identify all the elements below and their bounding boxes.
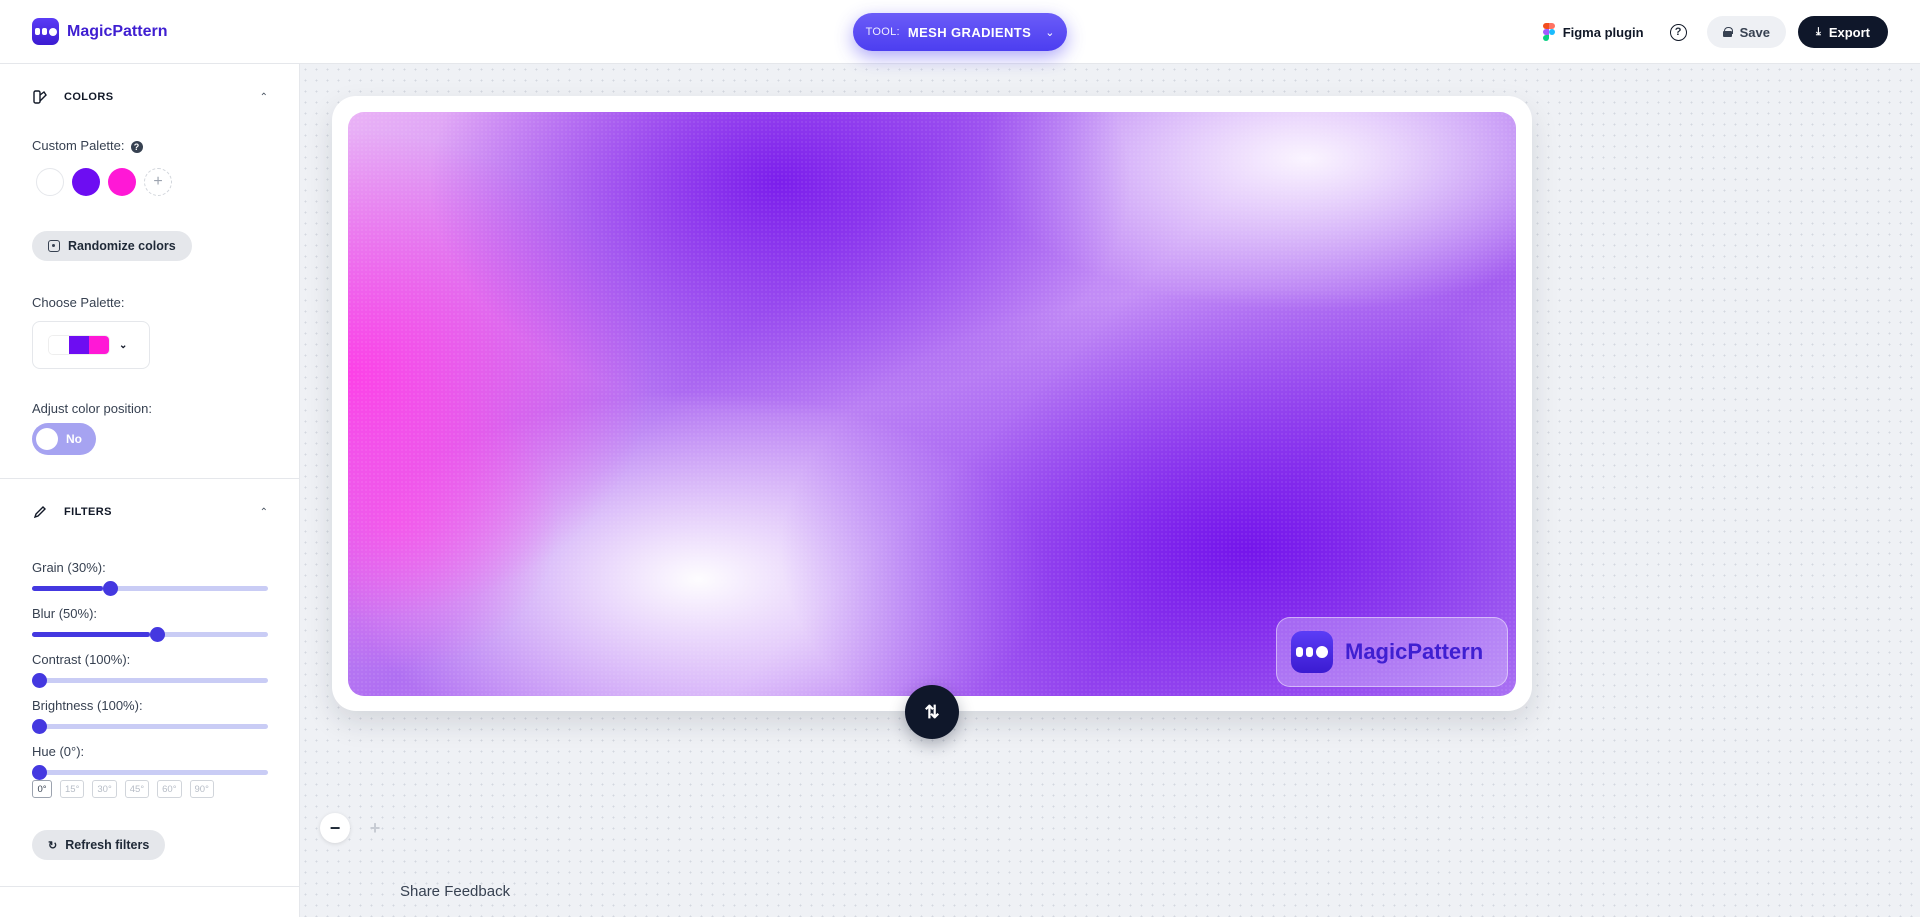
lock-icon bbox=[1722, 27, 1733, 37]
slider-label: Brightness (100%): bbox=[32, 698, 143, 713]
palette-icon bbox=[32, 89, 48, 105]
share-feedback-link[interactable]: Share Feedback bbox=[400, 883, 510, 900]
slider-thumb[interactable] bbox=[103, 581, 118, 596]
magicpattern-logo-icon bbox=[32, 18, 59, 45]
refresh-filters-label: Refresh filters bbox=[65, 838, 150, 852]
section-divider bbox=[0, 886, 299, 887]
toggle-label: No bbox=[66, 432, 82, 446]
help-icon[interactable]: ? bbox=[1669, 23, 1687, 41]
question-icon[interactable]: ? bbox=[130, 140, 143, 153]
pen-icon bbox=[32, 504, 48, 520]
refresh-icon: ⇅ bbox=[924, 701, 940, 722]
add-color-button[interactable]: + bbox=[144, 168, 172, 196]
slider-track[interactable] bbox=[32, 724, 268, 729]
chevron-up-icon[interactable]: ⌃ bbox=[260, 92, 268, 103]
hue-chip[interactable]: 90° bbox=[189, 780, 214, 798]
slider-thumb[interactable] bbox=[32, 673, 47, 688]
chevron-down-icon: ⌄ bbox=[119, 339, 128, 351]
slider-thumb[interactable] bbox=[150, 627, 165, 642]
tool-prefix: TOOL: bbox=[865, 26, 900, 38]
colors-section-title: COLORS bbox=[64, 91, 114, 103]
adjust-position-toggle[interactable]: No bbox=[32, 423, 96, 455]
hue-presets: 0° 15° 30° 45° 60° 90° bbox=[32, 780, 214, 798]
preview-frame: MagicPattern bbox=[332, 96, 1532, 711]
custom-palette-label: Custom Palette:? bbox=[32, 138, 143, 153]
refresh-filters-button[interactable]: ↻ Refresh filters bbox=[32, 830, 166, 860]
slider-fill bbox=[32, 586, 103, 591]
tool-selector[interactable]: TOOL: MESH GRADIENTS ⌄ bbox=[853, 13, 1067, 51]
adjust-color-position-label: Adjust color position: bbox=[32, 401, 152, 416]
slider-thumb[interactable] bbox=[32, 719, 47, 734]
filter-slider[interactable] bbox=[32, 627, 268, 642]
chevron-up-icon[interactable]: ⌃ bbox=[260, 507, 268, 518]
refresh-icon: ↻ bbox=[48, 839, 58, 852]
figma-icon bbox=[1542, 23, 1555, 41]
save-button[interactable]: Save bbox=[1706, 16, 1786, 48]
export-button[interactable]: ⤓ Export bbox=[1797, 16, 1888, 48]
slider-track[interactable] bbox=[32, 770, 268, 775]
sidebar: COLORS ⌃ Custom Palette:? + Randomize co… bbox=[0, 64, 300, 917]
hue-chip[interactable]: 30° bbox=[92, 780, 117, 798]
hue-chip[interactable]: 0° bbox=[32, 780, 52, 798]
canvas-area: MagicPattern ⇅ bbox=[300, 64, 1920, 917]
header-actions: Figma plugin ? Save ⤓ Export bbox=[1537, 16, 1888, 48]
colors-section-header[interactable]: COLORS ⌃ bbox=[32, 87, 268, 107]
plus-icon: + bbox=[153, 173, 163, 190]
filter-slider[interactable] bbox=[32, 719, 268, 734]
slider-label: Blur (50%): bbox=[32, 606, 98, 621]
figma-plugin-link[interactable]: Figma plugin bbox=[1537, 23, 1650, 41]
watermark-text: MagicPattern bbox=[1345, 639, 1484, 664]
slider-track[interactable] bbox=[32, 678, 268, 683]
chevron-down-icon: ⌄ bbox=[1045, 26, 1055, 39]
custom-palette-swatches: + bbox=[36, 168, 172, 196]
filter-slider[interactable] bbox=[32, 581, 268, 596]
slider-label: Grain (30%): bbox=[32, 560, 106, 575]
mesh-gradient-preview bbox=[348, 112, 1516, 696]
section-divider bbox=[0, 478, 299, 479]
slider-thumb[interactable] bbox=[32, 765, 47, 780]
filters-section-header[interactable]: FILTERS ⌃ bbox=[32, 502, 268, 522]
zoom-out-button[interactable]: − bbox=[320, 813, 350, 843]
color-swatch-purple[interactable] bbox=[72, 168, 100, 196]
save-label: Save bbox=[1739, 24, 1770, 40]
app-name: MagicPattern bbox=[67, 22, 168, 40]
randomize-label: Randomize colors bbox=[68, 239, 176, 253]
zoom-in-button[interactable]: + bbox=[360, 813, 390, 843]
regenerate-button[interactable]: ⇅ bbox=[905, 685, 959, 739]
randomize-colors-button[interactable]: Randomize colors bbox=[32, 231, 192, 261]
magicpattern-logo-icon bbox=[1291, 631, 1333, 673]
top-bar: MagicPattern TOOL: MESH GRADIENTS ⌄ Figm… bbox=[0, 0, 1920, 64]
slider-label: Hue (0°): bbox=[32, 744, 85, 759]
palette-preview bbox=[49, 336, 109, 354]
color-swatch-white[interactable] bbox=[36, 168, 64, 196]
export-label: Export bbox=[1828, 24, 1870, 40]
hue-chip[interactable]: 45° bbox=[124, 780, 150, 798]
palette-select[interactable]: ⌄ bbox=[32, 321, 150, 369]
filter-slider[interactable] bbox=[32, 673, 268, 688]
hue-chip[interactable]: 60° bbox=[157, 780, 182, 798]
color-swatch-pink[interactable] bbox=[108, 168, 136, 196]
plus-icon: + bbox=[369, 817, 381, 838]
download-icon: ⤓ bbox=[1815, 25, 1821, 38]
figma-plugin-label: Figma plugin bbox=[1562, 24, 1644, 40]
slider-label: Contrast (100%): bbox=[32, 652, 131, 667]
filter-slider[interactable] bbox=[32, 765, 268, 780]
dice-icon bbox=[48, 240, 60, 252]
hue-chip[interactable]: 15° bbox=[60, 780, 85, 798]
choose-palette-label: Choose Palette: bbox=[32, 295, 125, 310]
app-logo[interactable]: MagicPattern bbox=[32, 18, 167, 45]
watermark-badge: MagicPattern bbox=[1276, 617, 1508, 687]
tool-name: MESH GRADIENTS bbox=[907, 24, 1032, 40]
minus-icon: − bbox=[329, 817, 341, 838]
toggle-knob bbox=[36, 428, 58, 450]
filters-section-title: FILTERS bbox=[64, 506, 112, 518]
slider-fill bbox=[32, 632, 150, 637]
